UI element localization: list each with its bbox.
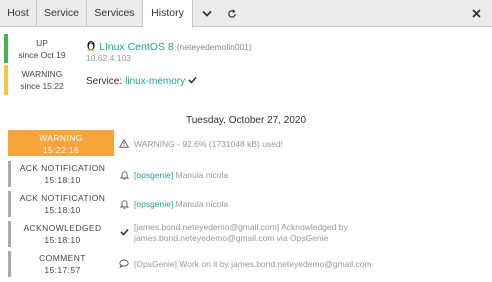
- tab-history[interactable]: History: [143, 0, 193, 28]
- service-state-bar: [4, 65, 8, 95]
- history-message: [james.bond.neteyedemo@gmail.com] Acknow…: [118, 222, 348, 244]
- tab-service[interactable]: Service: [37, 0, 87, 27]
- history-state-bar: [8, 191, 11, 217]
- tab-services[interactable]: Services: [87, 0, 143, 27]
- service-state-box: WARNING since 15:22: [4, 65, 80, 95]
- history-message-line2: james.bond.neteyedemo@gmail.com via OpsG…: [134, 233, 329, 243]
- service-state-label: WARNING: [21, 69, 63, 79]
- service-state-since: since 15:22: [20, 81, 64, 91]
- history-type: WARNING: [39, 133, 83, 143]
- history-message: [OpsGenie] Work on it by james.bond.nete…: [118, 259, 372, 270]
- history-state-ack-notification: ACK NOTIFICATION 15:18:10: [8, 191, 114, 217]
- host-ip: 10.62.4.103: [86, 53, 131, 63]
- history-state-ack-notification: ACK NOTIFICATION 15:18:10: [8, 161, 114, 187]
- bell-icon: [118, 199, 130, 209]
- warning-triangle-icon: [118, 139, 130, 148]
- refresh-icon[interactable]: [220, 0, 244, 27]
- history-state-comment: COMMENT 15:17:57: [8, 251, 114, 277]
- host-state-box: UP since Oct 19: [4, 34, 80, 63]
- history-state-warning: WARNING 15:22:16: [8, 130, 114, 156]
- host-title: LInux CentOS 8 (neteyedemolin001): [86, 39, 252, 54]
- close-icon[interactable]: [468, 0, 484, 27]
- tab-host[interactable]: Host: [0, 0, 37, 27]
- history-state-bar: [8, 221, 11, 247]
- host-state-bar: [4, 34, 8, 63]
- history-time: 15:18:10: [44, 175, 81, 185]
- service-name-link[interactable]: linux-memory: [125, 76, 185, 87]
- check-icon: [188, 76, 197, 87]
- history-message: WARNING - 92.6% (1731048 kB) used!: [118, 139, 283, 150]
- history-time: 15:18:10: [44, 205, 81, 215]
- service-title: Service: linux-memory: [86, 76, 197, 87]
- history-tag-link[interactable]: [opsgenie]: [134, 199, 173, 209]
- history-message: [opsgenie] Manula nicola: [118, 199, 228, 210]
- history-type: COMMENT: [39, 253, 86, 263]
- history-type: ACK NOTIFICATION: [19, 193, 106, 203]
- chevron-down-icon[interactable]: [195, 0, 219, 27]
- service-label: Service:: [86, 76, 123, 87]
- tab-bar: Host Service Services History: [0, 0, 492, 28]
- history-state-bar: [8, 161, 11, 187]
- history-message-line1: [james.bond.neteyedemo@gmail.com] Acknow…: [134, 222, 348, 232]
- history-message-text: Manula nicola: [175, 170, 229, 180]
- history-type: ACKNOWLEDGED: [23, 223, 102, 233]
- bell-icon: [118, 170, 130, 180]
- history-state-acknowledged: ACKNOWLEDGED 15:18:10: [8, 221, 114, 247]
- host-hostname: (neteyedemolin001): [176, 41, 252, 52]
- host-name-link[interactable]: LInux CentOS 8: [99, 41, 174, 53]
- history-time: 15:22:16: [42, 145, 80, 155]
- history-tag-link[interactable]: [opsgenie]: [134, 170, 173, 180]
- comment-icon: [118, 259, 130, 268]
- host-state-label: UP: [36, 38, 48, 48]
- history-type: ACK NOTIFICATION: [19, 163, 106, 173]
- date-header: Tuesday, October 27, 2020: [185, 115, 307, 126]
- history-state-bar: [8, 251, 11, 277]
- history-message: [opsgenie] Manula nicola: [118, 170, 228, 181]
- host-state-since: since Oct 19: [18, 50, 66, 60]
- check-icon: [118, 222, 130, 236]
- history-time: 15:18:10: [44, 235, 81, 245]
- linux-penguin-icon: [86, 39, 96, 54]
- history-message-text: WARNING - 92.6% (1731048 kB) used!: [134, 139, 283, 149]
- history-message-text: Manula nicola: [175, 199, 229, 209]
- history-time: 15:17:57: [44, 265, 81, 275]
- history-message-text: [OpsGenie] Work on it by james.bond.nete…: [134, 259, 372, 269]
